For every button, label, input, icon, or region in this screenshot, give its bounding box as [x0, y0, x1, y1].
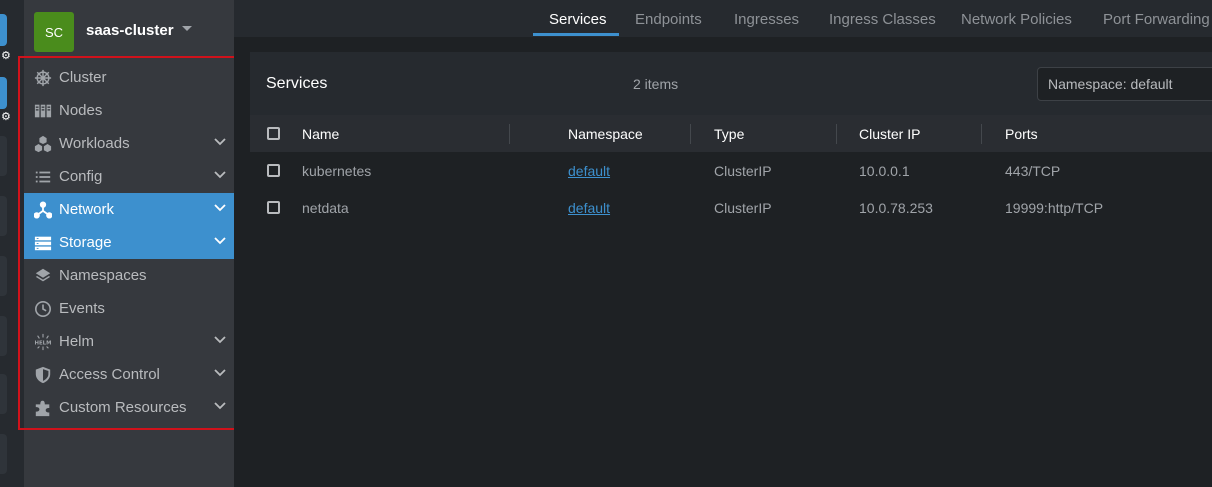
workloads-icon: [33, 134, 52, 153]
tab-ingress-classes[interactable]: Ingress Classes: [829, 11, 936, 28]
sidebar-item-network[interactable]: Network: [24, 193, 234, 226]
sidebar-item-label: Config: [59, 168, 103, 185]
list-icon: [33, 167, 52, 186]
rail-slot[interactable]: [0, 434, 7, 474]
sidebar-item-label: Namespaces: [59, 267, 147, 284]
cell-name: kubernetes: [302, 163, 372, 179]
chevron-down-icon[interactable]: [214, 171, 226, 181]
tab-ingresses[interactable]: Ingresses: [734, 11, 799, 28]
storage-icon: [33, 233, 52, 252]
tab-network-policies[interactable]: Network Policies: [961, 11, 1072, 28]
sidebar-item-label: Cluster: [59, 69, 107, 86]
sidebar-item-label: Events: [59, 300, 105, 317]
chevron-down-icon[interactable]: [214, 204, 226, 214]
cluster-selector[interactable]: SC saas-cluster: [24, 0, 234, 64]
namespace-select[interactable]: Namespace: default: [1037, 67, 1212, 101]
tab-endpoints[interactable]: Endpoints: [635, 11, 702, 28]
column-namespace[interactable]: Namespace: [568, 126, 643, 142]
puzzle-icon: [33, 398, 52, 417]
row-checkbox[interactable]: [267, 164, 280, 177]
cluster-name: saas-cluster: [86, 22, 174, 39]
sidebar-item-cluster[interactable]: Cluster: [24, 61, 234, 94]
caret-down-icon[interactable]: [182, 26, 192, 31]
helm-wheel-icon: [33, 68, 52, 87]
cell-cluster-ip: 10.0.78.253: [859, 200, 933, 216]
sidebar-item-storage[interactable]: Storage: [24, 226, 234, 259]
cell-type: ClusterIP: [714, 163, 772, 179]
column-name[interactable]: Name: [302, 126, 339, 142]
rail-slot[interactable]: [0, 374, 7, 414]
sidebar-item-nodes[interactable]: Nodes: [24, 94, 234, 127]
gutter: [234, 37, 250, 487]
sidebar-item-config[interactable]: Config: [24, 160, 234, 193]
chevron-down-icon[interactable]: [214, 138, 226, 148]
clock-icon: [33, 299, 52, 318]
shield-icon: [33, 365, 52, 384]
sidebar-item-namespaces[interactable]: Namespaces: [24, 259, 234, 292]
sidebar-item-access-control[interactable]: Access Control: [24, 358, 234, 391]
item-count: 2 items: [633, 76, 679, 92]
cluster-avatar: SC: [34, 12, 74, 52]
table-row[interactable]: netdata default ClusterIP 10.0.78.253 19…: [250, 189, 1212, 226]
tab-port-forwarding[interactable]: Port Forwarding: [1103, 11, 1210, 28]
cell-ports: 443/TCP: [1005, 163, 1061, 179]
chevron-down-icon[interactable]: [214, 336, 226, 346]
sidebar-item-label: Storage: [59, 234, 112, 251]
nodes-icon: [33, 101, 52, 120]
sidebar-item-events[interactable]: Events: [24, 292, 234, 325]
select-all-checkbox[interactable]: [267, 127, 280, 140]
sidebar-item-label: Nodes: [59, 102, 103, 119]
row-checkbox[interactable]: [267, 201, 280, 214]
namespace-link[interactable]: default: [568, 163, 610, 179]
column-divider[interactable]: [981, 124, 982, 144]
sidebar-item-helm[interactable]: HELM Helm: [24, 325, 234, 358]
sidebar-item-workloads[interactable]: Workloads: [24, 127, 234, 160]
cell-type: ClusterIP: [714, 200, 772, 216]
svg-text:HELM: HELM: [34, 340, 51, 346]
cell-cluster-ip: 10.0.0.1: [859, 163, 910, 179]
column-divider[interactable]: [690, 124, 691, 144]
sidebar-item-label: Access Control: [59, 366, 160, 383]
sidebar: SC saas-cluster Cluster Nodes Workloads: [24, 0, 234, 487]
column-divider[interactable]: [836, 124, 837, 144]
chevron-down-icon[interactable]: [214, 402, 226, 412]
cell-name: netdata: [302, 200, 349, 216]
layers-icon: [33, 266, 52, 285]
table-header: Name Namespace Type Cluster IP Ports: [250, 115, 1212, 152]
sidebar-item-label: Workloads: [59, 135, 130, 152]
rail-slot[interactable]: [0, 196, 7, 236]
tab-bar: Services Endpoints Ingresses Ingress Cla…: [234, 0, 1212, 37]
gear-icon[interactable]: ⚙: [1, 111, 13, 123]
rail-slot[interactable]: [0, 316, 7, 356]
cell-ports: 19999:http/TCP: [1005, 200, 1104, 216]
sidebar-nav: Cluster Nodes Workloads Config Network S…: [24, 61, 234, 424]
rail-cluster-1[interactable]: [0, 14, 7, 46]
chevron-down-icon[interactable]: [214, 237, 226, 247]
rail-slot[interactable]: [0, 256, 7, 296]
cluster-rail: ⚙ ⚙: [0, 0, 24, 487]
column-ports[interactable]: Ports: [1005, 126, 1038, 142]
column-divider[interactable]: [509, 124, 510, 144]
rail-cluster-2[interactable]: [0, 77, 7, 109]
helm-icon: HELM: [33, 332, 52, 351]
network-icon: [33, 200, 52, 219]
gear-icon[interactable]: ⚙: [1, 50, 13, 62]
active-tab-indicator: [533, 33, 619, 36]
sidebar-item-label: Network: [59, 201, 115, 218]
column-cluster-ip[interactable]: Cluster IP: [859, 126, 920, 142]
rail-slot[interactable]: [0, 136, 7, 176]
page-title: Services: [266, 75, 328, 92]
chevron-down-icon[interactable]: [214, 369, 226, 379]
table-row[interactable]: kubernetes default ClusterIP 10.0.0.1 44…: [250, 152, 1212, 189]
tab-services[interactable]: Services: [549, 11, 607, 28]
sidebar-item-label: Custom Resources: [59, 399, 187, 416]
namespace-link[interactable]: default: [568, 200, 610, 216]
sidebar-item-custom-resources[interactable]: Custom Resources: [24, 391, 234, 424]
sidebar-item-label: Helm: [59, 333, 95, 350]
column-type[interactable]: Type: [714, 126, 744, 142]
